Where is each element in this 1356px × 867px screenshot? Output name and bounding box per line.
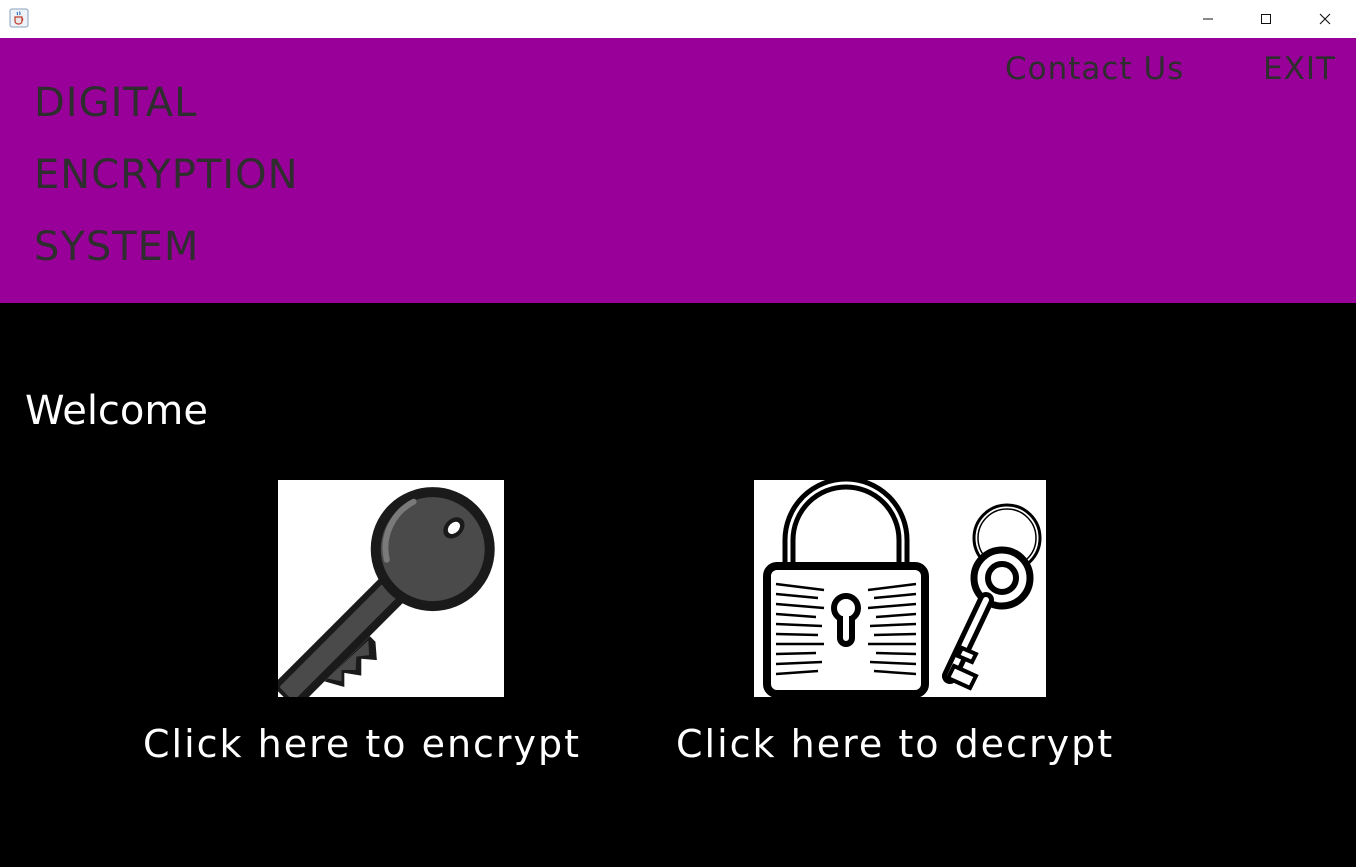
java-cup-icon <box>9 8 29 28</box>
padlock-key-icon <box>754 480 1046 697</box>
exit-link[interactable]: EXIT <box>1263 51 1336 87</box>
close-icon <box>1319 10 1331 29</box>
decrypt-button[interactable] <box>754 480 1046 697</box>
maximize-button[interactable] <box>1237 0 1295 38</box>
close-button[interactable] <box>1296 0 1354 38</box>
contact-us-link[interactable]: Contact Us <box>1005 51 1184 87</box>
maximize-icon <box>1260 10 1272 29</box>
minimize-icon <box>1202 10 1214 29</box>
key-icon <box>278 487 504 697</box>
brand-title-line-1: DIGITAL <box>34 80 198 126</box>
app-window: DIGITAL ENCRYPTION SYSTEM Contact Us EXI… <box>0 0 1356 867</box>
minimize-button[interactable] <box>1179 0 1237 38</box>
encrypt-label[interactable]: Click here to encrypt <box>143 720 581 768</box>
brand-title-line-3: SYSTEM <box>34 224 200 270</box>
title-bar[interactable] <box>0 0 1356 38</box>
welcome-heading: Welcome <box>25 388 208 434</box>
brand-title-line-2: ENCRYPTION <box>34 152 299 198</box>
decrypt-label[interactable]: Click here to decrypt <box>676 720 1114 768</box>
header-banner: DIGITAL ENCRYPTION SYSTEM Contact Us EXI… <box>0 38 1356 303</box>
encrypt-button[interactable] <box>278 480 504 697</box>
